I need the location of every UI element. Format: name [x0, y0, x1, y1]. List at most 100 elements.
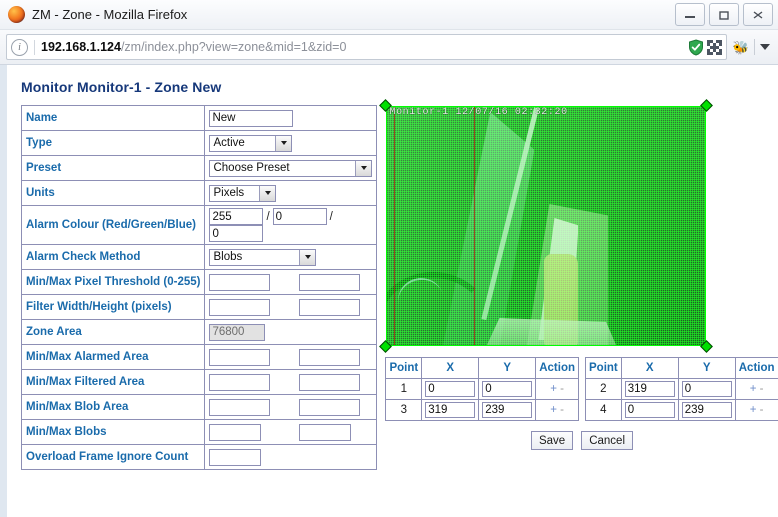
row-label-overload-ignore: Overload Frame Ignore Count	[20, 444, 206, 470]
table-header-row: Point X Y Action	[585, 357, 778, 379]
url-bar[interactable]: i 192.168.1.124/zm/index.php?view=zone&m…	[6, 34, 727, 60]
row-value-type: Active	[204, 130, 378, 156]
pixel-threshold-max-input[interactable]	[298, 273, 360, 291]
cancel-button[interactable]: Cancel	[581, 431, 634, 450]
row-label-preset: Preset	[20, 155, 206, 181]
point-y-cell	[677, 399, 736, 421]
remove-point-icon[interactable]: -	[760, 404, 764, 416]
bug-icon[interactable]: 🐝	[733, 41, 749, 54]
qr-code-icon[interactable]	[706, 39, 722, 55]
blobs-max-input[interactable]	[298, 423, 351, 441]
row-label-alarmed-area: Min/Max Alarmed Area	[20, 344, 206, 370]
zone-page: Monitor Monitor-1 - Zone New Name Type	[7, 65, 778, 470]
units-value: Pixels	[213, 187, 245, 199]
remove-point-icon[interactable]: -	[760, 383, 764, 395]
overload-frame-ignore-input[interactable]	[209, 448, 262, 466]
filtered-area-min-input[interactable]	[209, 373, 271, 391]
point-x-input[interactable]	[425, 381, 476, 397]
alarmed-area-min-input[interactable]	[209, 348, 271, 366]
blob-area-min-input[interactable]	[209, 398, 271, 416]
row-label-name: Name	[20, 105, 206, 131]
zone-type-select[interactable]: Active	[209, 134, 293, 152]
minimize-icon[interactable]	[675, 3, 705, 26]
table-row: Units Pixels	[20, 180, 378, 206]
column-header-y: Y	[677, 357, 736, 379]
table-row: Alarm Colour (Red/Green/Blue) //	[20, 205, 378, 245]
point-y-input[interactable]	[482, 402, 533, 418]
remove-point-icon[interactable]: -	[560, 383, 564, 395]
table-row: Filter Width/Height (pixels)	[20, 294, 378, 320]
shield-icon[interactable]	[688, 38, 704, 56]
alarm-colour-red-input[interactable]	[209, 208, 264, 225]
alarm-colour-blue-input[interactable]	[209, 225, 264, 242]
filter-height-input[interactable]	[298, 298, 360, 316]
row-label-filtered-area: Min/Max Filtered Area	[20, 369, 206, 395]
point-actions: + -	[734, 399, 778, 421]
chevron-down-icon	[259, 185, 276, 201]
zone-name-input[interactable]	[209, 109, 294, 127]
navigation-toolbar: i 192.168.1.124/zm/index.php?view=zone&m…	[0, 30, 778, 65]
close-icon[interactable]	[743, 3, 773, 26]
filtered-area-max-input[interactable]	[298, 373, 360, 391]
point-y-input[interactable]	[681, 381, 732, 397]
filter-width-input[interactable]	[209, 298, 271, 316]
point-x-input[interactable]	[624, 381, 675, 397]
column-header-point: Point	[585, 357, 622, 379]
add-point-icon[interactable]: +	[550, 404, 557, 416]
alarm-check-method-select[interactable]: Blobs	[209, 248, 317, 266]
row-value-pixel-threshold	[204, 269, 378, 295]
zone-points-table-left: Point X Y Action 1 0 0 + - 3 319 239 + -	[385, 357, 579, 421]
point-y-input[interactable]	[681, 402, 732, 418]
blob-area-max-input[interactable]	[298, 398, 360, 416]
column-header-point: Point	[385, 357, 423, 379]
table-row: Min/Max Pixel Threshold (0-255)	[20, 269, 378, 295]
form-actions: Save Cancel	[385, 431, 778, 450]
table-row: 1 + -	[385, 378, 579, 400]
url-host: 192.168.1.124	[41, 40, 121, 54]
row-value-name	[204, 105, 378, 131]
table-row: Type Active	[20, 130, 378, 156]
page-viewport: Monitor Monitor-1 - Zone New Name Type	[0, 65, 778, 517]
column-header-action: Action	[734, 357, 778, 379]
chevron-down-icon	[299, 249, 316, 265]
add-point-icon[interactable]: +	[750, 383, 757, 395]
chevron-down-icon[interactable]	[760, 44, 770, 50]
row-value-blob-area	[204, 394, 378, 420]
add-point-icon[interactable]: +	[750, 404, 757, 416]
alarm-colour-green-input[interactable]	[272, 208, 327, 225]
units-select[interactable]: Pixels	[209, 184, 277, 202]
blobs-min-input[interactable]	[209, 423, 262, 441]
point-actions: + -	[535, 399, 579, 421]
preset-select[interactable]: Choose Preset	[209, 159, 373, 177]
point-x-input[interactable]	[425, 402, 476, 418]
point-number: 2	[585, 378, 622, 400]
point-x-cell	[421, 378, 480, 400]
save-button[interactable]: Save	[530, 431, 574, 450]
point-y-input[interactable]	[482, 381, 533, 397]
alarmed-area-max-input[interactable]	[298, 348, 360, 366]
preset-value: Choose Preset	[213, 162, 290, 174]
table-row: Preset Choose Preset	[20, 155, 378, 181]
remove-point-icon[interactable]: -	[560, 404, 564, 416]
zone-points-table-right: Point X Y Action 2 319 0 + - 4 0 239 + -	[585, 357, 778, 421]
row-value-blobs	[204, 419, 378, 445]
pixel-threshold-min-input[interactable]	[209, 273, 271, 291]
url-path: /zm/index.php?view=zone&mid=1&zid=0	[120, 40, 347, 54]
info-icon[interactable]: i	[11, 38, 28, 56]
point-x-input[interactable]	[624, 402, 675, 418]
add-point-icon[interactable]: +	[550, 383, 557, 395]
row-value-filtered-area	[204, 369, 378, 395]
camera-preview-wrapper: Monitor-1 12/07/16 02:32:20	[379, 99, 714, 353]
camera-preview[interactable]: Monitor-1 12/07/16 02:32:20	[386, 106, 707, 346]
maximize-icon[interactable]	[709, 3, 739, 26]
table-row: Min/Max Alarmed Area	[20, 344, 378, 370]
table-row: 2 + -	[585, 378, 778, 400]
zone-polygon-outline[interactable]	[386, 106, 707, 346]
row-value-alarmed-area	[204, 344, 378, 370]
toolbar-extras: 🐝	[733, 39, 772, 55]
point-x-cell	[620, 378, 679, 400]
column-header-action: Action	[535, 357, 579, 379]
point-y-cell	[677, 378, 736, 400]
row-label-check-method: Alarm Check Method	[20, 244, 206, 270]
slash-separator: /	[329, 210, 333, 223]
